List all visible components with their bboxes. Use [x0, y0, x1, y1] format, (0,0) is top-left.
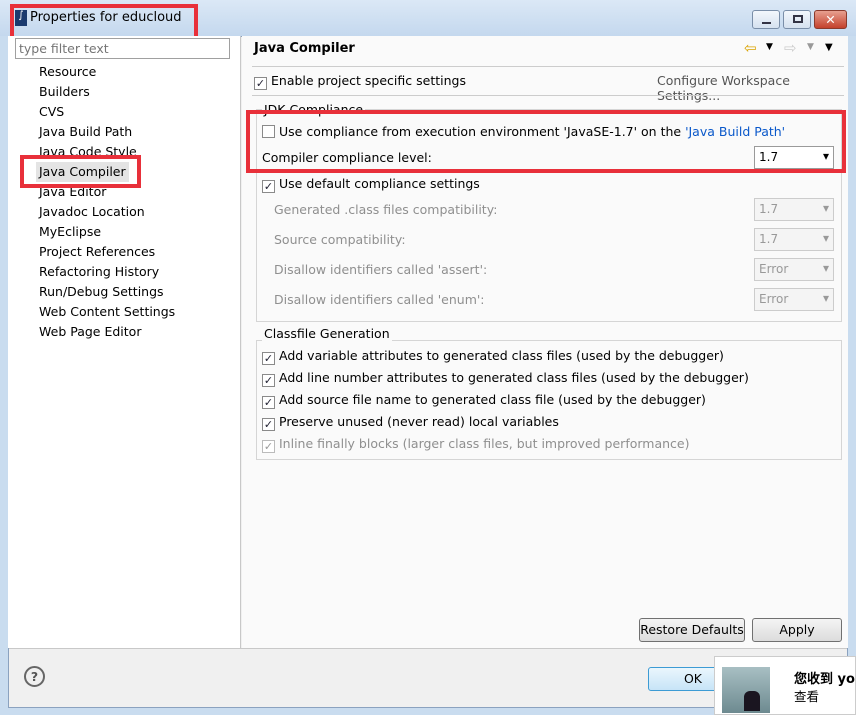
tree-item[interactable]: Javadoc Location [39, 202, 145, 222]
label: Add variable attributes to generated cla… [279, 348, 724, 363]
highlight-java-compiler [20, 155, 141, 188]
tree-item[interactable]: Run/Debug Settings [39, 282, 164, 302]
forward-icon[interactable]: ⇨ [784, 39, 797, 57]
tree-item[interactable]: Refactoring History [39, 262, 159, 282]
apply-button[interactable]: Apply [752, 618, 842, 642]
setting-label: Source compatibility: [274, 232, 406, 247]
check-icon: ✓ [262, 352, 275, 365]
highlight-compliance [246, 110, 846, 173]
tree-item[interactable]: Resource [39, 62, 96, 82]
label: Enable project specific settings [271, 73, 466, 88]
check-icon: ✓ [262, 440, 275, 453]
forward-menu-icon[interactable]: ▼ [807, 42, 814, 52]
label: Use default compliance settings [279, 176, 480, 191]
check-icon: ✓ [262, 374, 275, 387]
filter-input[interactable] [15, 38, 230, 59]
tree-item[interactable]: Builders [39, 82, 90, 102]
check-icon: ✓ [262, 418, 275, 431]
label: Add source file name to generated class … [279, 392, 706, 407]
setting-select[interactable]: 1.7 [754, 198, 834, 221]
notification-title: 您收到 yo [794, 672, 855, 687]
classfile-option-checkbox[interactable]: ✓ Add source file name to generated class… [262, 392, 706, 409]
use-default-compliance-checkbox[interactable]: ✓ Use default compliance settings [262, 176, 480, 193]
setting-select[interactable]: Error [754, 288, 834, 311]
classfile-option-checkbox[interactable]: ✓ Preserve unused (never read) local vari… [262, 414, 559, 431]
setting-label: Disallow identifiers called 'assert': [274, 262, 488, 277]
setting-label: Generated .class files compatibility: [274, 202, 498, 217]
help-icon[interactable]: ? [24, 666, 45, 687]
notification-avatar [722, 667, 770, 713]
group-label: Classfile Generation [262, 326, 392, 341]
divider [252, 95, 844, 96]
configure-workspace-link[interactable]: Configure Workspace Settings... [657, 73, 856, 103]
back-icon[interactable]: ⇦ [744, 39, 757, 57]
classfile-option-checkbox[interactable]: ✓ Add variable attributes to generated cl… [262, 348, 724, 365]
label: Preserve unused (never read) local varia… [279, 414, 559, 429]
tree-item[interactable]: MyEclipse [39, 222, 101, 242]
setting-select[interactable]: 1.7 [754, 228, 834, 251]
divider [252, 66, 844, 67]
setting-label: Disallow identifiers called 'enum': [274, 292, 485, 307]
divider [9, 648, 847, 649]
maximize-button[interactable] [783, 10, 811, 29]
close-button[interactable]: ✕ [814, 10, 847, 29]
check-icon: ✓ [262, 180, 275, 193]
minimize-button[interactable] [752, 10, 780, 29]
setting-select[interactable]: Error [754, 258, 834, 281]
tree-item[interactable]: CVS [39, 102, 64, 122]
enable-specific-checkbox[interactable]: ✓ Enable project specific settings [254, 73, 466, 90]
classfile-option-checkbox[interactable]: ✓ Inline finally blocks (larger class fil… [262, 436, 690, 453]
tree-item[interactable]: Java Build Path [39, 122, 132, 142]
tree-item[interactable]: Web Content Settings [39, 302, 175, 322]
tree-item[interactable]: Project References [39, 242, 155, 262]
highlight-title [10, 4, 198, 40]
tree-item[interactable]: Web Page Editor [39, 322, 141, 342]
notification-view-link[interactable]: 查看 [794, 686, 819, 705]
check-icon: ✓ [254, 77, 267, 90]
check-icon: ✓ [262, 396, 275, 409]
back-menu-icon[interactable]: ▼ [766, 42, 773, 52]
restore-defaults-button[interactable]: Restore Defaults [639, 618, 745, 642]
page-title: Java Compiler [254, 41, 355, 56]
view-menu-icon[interactable]: ▼ [825, 42, 833, 53]
label: Add line number attributes to generated … [279, 370, 749, 385]
label: Inline finally blocks (larger class file… [279, 436, 690, 451]
classfile-option-checkbox[interactable]: ✓ Add line number attributes to generated… [262, 370, 749, 387]
